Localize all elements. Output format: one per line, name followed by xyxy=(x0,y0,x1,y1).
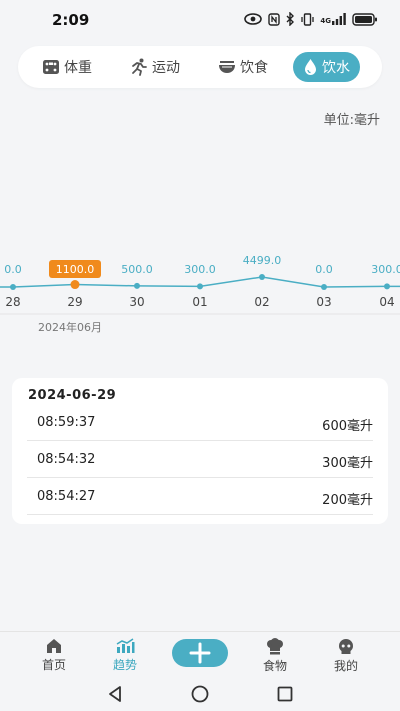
nav-trend-label: 趋势 xyxy=(112,658,137,672)
tab-weight-label: 体重 xyxy=(64,60,92,76)
chart-point[interactable] xyxy=(259,274,265,280)
water-drop-icon xyxy=(305,59,316,75)
chart-value-label: 4499.0 xyxy=(243,254,282,267)
chart-value-label: 300.0 xyxy=(184,263,216,276)
scale-icon xyxy=(43,60,59,74)
chart-point[interactable] xyxy=(321,284,327,290)
status-time: 2:09 xyxy=(52,11,90,29)
nav-profile[interactable]: 我的 xyxy=(316,638,376,674)
tab-exercise[interactable]: 运动 xyxy=(130,52,180,82)
bowl-icon xyxy=(219,61,235,73)
nav-food-label: 食物 xyxy=(262,659,287,673)
chart-value-label: 1100.0 xyxy=(56,263,95,276)
recents-icon[interactable] xyxy=(276,685,294,703)
tab-diet[interactable]: 饮食 xyxy=(218,52,268,82)
home-circle-icon[interactable] xyxy=(190,685,210,703)
nav-trend[interactable]: 趋势 xyxy=(95,638,155,673)
record-time: 08:59:37 xyxy=(37,415,96,430)
status-bar: 2:09 4G xyxy=(0,0,400,40)
chart-value-label: 0.0 xyxy=(315,263,333,276)
profile-icon xyxy=(339,639,353,654)
chart-tick-label: 30 xyxy=(129,295,144,309)
battery-icon xyxy=(352,12,377,26)
chart-value-label: 0.0 xyxy=(4,263,22,276)
record-amount: 300毫升 xyxy=(322,456,373,471)
network-label: 4G xyxy=(320,17,331,25)
tab-weight[interactable]: 体重 xyxy=(42,52,92,82)
records-card: 2024-06-29 08:59:37 600毫升 08:54:32 300毫升… xyxy=(12,378,388,524)
record-time: 08:54:32 xyxy=(37,452,96,467)
record-time: 08:54:27 xyxy=(37,489,96,504)
home-icon xyxy=(47,639,61,653)
chart-point[interactable] xyxy=(70,280,80,290)
chart-point[interactable] xyxy=(10,284,16,290)
tab-water-label: 饮水 xyxy=(322,60,350,76)
unit-label: 单位:毫升 xyxy=(323,113,380,128)
eye-icon xyxy=(244,13,263,25)
nav-food[interactable]: 食物 xyxy=(245,638,305,674)
chart-point[interactable] xyxy=(134,282,140,289)
nfc-icon xyxy=(268,12,281,26)
nav-home-label: 首页 xyxy=(41,658,66,672)
chart-value-label: 500.0 xyxy=(121,263,153,276)
chart-value-label: 300.0 xyxy=(371,263,400,276)
status-icons: 4G xyxy=(244,12,378,26)
chart-tick-label: 29 xyxy=(67,295,82,309)
chart-tick-label: 28 xyxy=(5,295,20,309)
signal-icon xyxy=(332,13,346,25)
plus-icon xyxy=(189,642,211,664)
chart-month-label: 2024年06月 xyxy=(38,321,102,334)
chart-tick-label: 02 xyxy=(254,295,269,309)
record-amount: 600毫升 xyxy=(322,419,373,434)
bottom-nav: 首页 趋势 食物 我的 xyxy=(0,631,400,678)
record-amount: 200毫升 xyxy=(322,493,373,508)
chef-hat-icon xyxy=(267,638,283,655)
chart-tick-label: 03 xyxy=(316,295,331,309)
tab-water[interactable]: 饮水 xyxy=(293,52,360,82)
trend-chart-icon xyxy=(116,638,135,653)
running-icon xyxy=(132,58,147,76)
nav-home[interactable]: 首页 xyxy=(24,638,84,673)
nav-profile-label: 我的 xyxy=(333,659,358,673)
bluetooth-icon xyxy=(286,12,295,26)
record-row[interactable]: 08:59:37 600毫升 xyxy=(27,403,373,441)
category-tabs: 体重 运动 饮食 饮水 xyxy=(18,46,382,88)
back-icon[interactable] xyxy=(106,685,124,703)
tab-diet-label: 饮食 xyxy=(240,60,268,76)
chart-point[interactable] xyxy=(384,283,390,290)
record-row[interactable]: 08:54:32 300毫升 xyxy=(27,440,373,478)
chart-tick-label: 01 xyxy=(192,295,207,309)
record-row[interactable]: 08:54:27 200毫升 xyxy=(27,477,373,515)
vibrate-icon xyxy=(301,12,315,26)
chart-point[interactable] xyxy=(197,283,203,290)
tab-exercise-label: 运动 xyxy=(152,60,180,76)
records-date: 2024-06-29 xyxy=(28,388,117,403)
add-record-button[interactable] xyxy=(172,639,228,667)
system-nav-bar xyxy=(0,677,400,711)
chart-tick-label: 04 xyxy=(379,295,394,309)
